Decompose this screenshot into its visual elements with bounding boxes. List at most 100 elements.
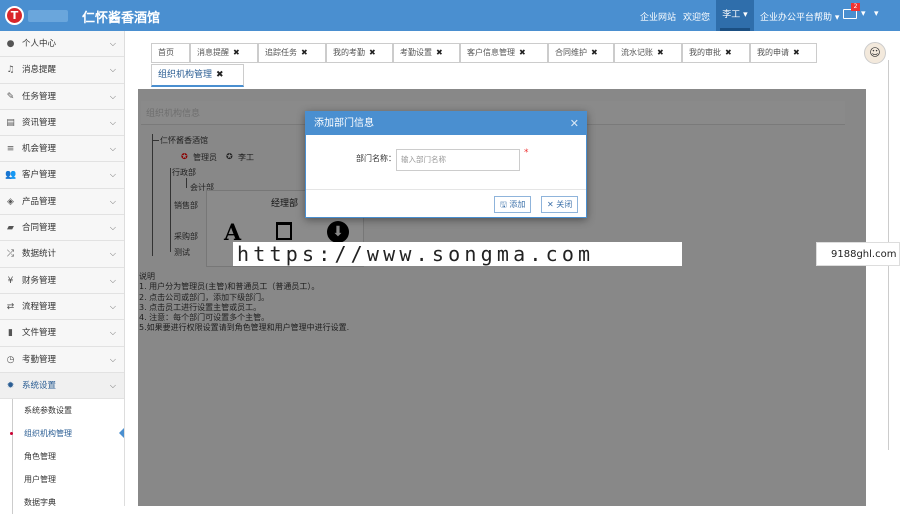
sidebar-item-statistics[interactable]: ⤮ 数据统计 ⌵	[0, 241, 124, 268]
close-icon[interactable]: ✖	[216, 70, 224, 80]
logo-icon: T	[5, 6, 24, 25]
close-icon[interactable]: ✖	[725, 48, 732, 57]
more-dropdown-chevron-icon[interactable]: ▾	[874, 9, 879, 19]
tree-node-purchasing[interactable]: 采购部	[174, 231, 198, 242]
sidebar-subitem-users[interactable]: 用户管理	[0, 468, 124, 492]
tree-root[interactable]: 仁怀酱香酒馆	[160, 135, 208, 146]
sidebar-subitem-org-management[interactable]: 组织机构管理	[0, 422, 124, 446]
tree-node-test[interactable]: 测试	[174, 247, 190, 258]
yen-icon: ¥	[7, 275, 14, 286]
tree-role-staff[interactable]: 李工	[238, 152, 254, 163]
save-icon: 🖫	[500, 200, 507, 209]
active-dot-icon	[10, 432, 13, 436]
gear-icon: ✹	[6, 380, 15, 391]
tab-tracking[interactable]: 追踪任务 ✖	[258, 43, 326, 63]
tab-contracts[interactable]: 合同维护 ✖	[548, 43, 614, 63]
popover-title: 经理部	[271, 199, 299, 209]
sidebar-item-personal[interactable]: ● 个人中心 ⌵	[0, 31, 124, 58]
modal-body: 部门名称： 输入部门名称 *	[306, 135, 586, 190]
chevron-down-icon: ⌵	[109, 249, 116, 259]
file-icon: ▮	[8, 328, 13, 339]
trash-icon[interactable]	[276, 222, 292, 240]
close-icon[interactable]: ✖	[233, 48, 240, 57]
news-icon: ▤	[6, 117, 15, 128]
tab-my-attendance[interactable]: 我的考勤 ✖	[326, 43, 393, 63]
bell-icon: ♫	[6, 65, 15, 76]
chevron-down-icon: ⌵	[109, 196, 116, 206]
sidebar-item-files[interactable]: ▮ 文件管理 ⌵	[0, 320, 124, 347]
sidebar-item-customers[interactable]: 👥 客户管理 ⌵	[0, 162, 124, 189]
tab-ledger[interactable]: 流水记账 ✖	[614, 43, 682, 63]
close-icon[interactable]: ✖	[793, 48, 800, 57]
help-menu-link[interactable]: 企业办公平台帮助 ▾	[760, 10, 839, 23]
close-icon[interactable]: ✕	[570, 112, 579, 135]
close-icon[interactable]: ✖	[301, 48, 308, 57]
sidebar-item-opportunities[interactable]: ≡ 机会管理 ⌵	[0, 136, 124, 163]
tree-role-admin[interactable]: 管理员	[193, 152, 217, 163]
watermark-banner: https://www.songma.com	[233, 242, 682, 266]
close-icon[interactable]: ✖	[519, 48, 526, 57]
sidebar-subitem-roles[interactable]: 角色管理	[0, 445, 124, 469]
close-icon[interactable]: ✖	[591, 48, 598, 57]
staff-icon: ✪	[226, 152, 233, 161]
required-marker: *	[524, 148, 529, 158]
download-icon[interactable]: ⬇	[327, 221, 349, 243]
chevron-down-icon: ⌵	[109, 380, 116, 390]
user-menu-button[interactable]: 李工 ▾	[716, 0, 754, 31]
avatar[interactable]: ☺	[864, 42, 886, 64]
chevron-down-icon: ⌵	[109, 170, 116, 180]
sidebar-item-attendance[interactable]: ◷ 考勤管理 ⌵	[0, 347, 124, 373]
sidebar: ● 个人中心 ⌵ ♫ 消息提醒 ⌵ ✎ 任务管理 ⌵ ▤ 资讯管理 ⌵ ≡ 机会管理 ⌵ 👥 客户管理…	[0, 31, 125, 514]
close-icon[interactable]: ✖	[657, 48, 664, 57]
sidebar-item-news[interactable]: ▤ 资讯管理 ⌵	[0, 110, 124, 137]
chevron-down-icon: ⌵	[109, 91, 116, 101]
close-icon: ✕	[547, 200, 554, 209]
sidebar-item-products[interactable]: ◈ 产品管理 ⌵	[0, 189, 124, 216]
tree-line	[186, 178, 187, 188]
company-site-link[interactable]: 企业网站	[640, 10, 676, 23]
side-watermark: 9188ghl.com	[816, 242, 900, 266]
sidebar-item-workflow[interactable]: ⇄ 流程管理 ⌵	[0, 294, 124, 321]
chevron-down-icon: ⌵	[109, 328, 116, 338]
sidebar-item-finance[interactable]: ¥ 财务管理 ⌵	[0, 268, 124, 294]
mail-count-badge: 2	[851, 3, 860, 11]
tab-org-management[interactable]: 组织机构管理 ✖	[151, 64, 244, 87]
tab-home[interactable]: 首页	[151, 43, 190, 63]
tab-attendance-settings[interactable]: 考勤设置 ✖	[393, 43, 460, 63]
retweet-icon: ⇄	[6, 301, 15, 312]
welcome-text: 欢迎您	[683, 13, 711, 23]
close-icon[interactable]: ✖	[436, 48, 443, 57]
add-button[interactable]: 🖫 添加	[494, 196, 532, 213]
close-button[interactable]: ✕ 关闭	[541, 196, 579, 213]
user-icon: ●	[6, 39, 15, 49]
chevron-down-icon: ⌵	[109, 144, 116, 154]
instructions: 说明 1. 用户分为管理员(主管)和普通员工（普通员工）。 2. 点击公司或部门…	[139, 272, 350, 333]
tree-node-admin-dept[interactable]: 行政部	[172, 167, 196, 178]
app-title: 仁怀酱香酒馆	[82, 11, 161, 26]
tab-customer-info[interactable]: 客户信息管理 ✖	[460, 43, 548, 63]
tab-approvals[interactable]: 我的审批 ✖	[682, 43, 750, 63]
box-icon: ◈	[7, 196, 14, 207]
tab-messages[interactable]: 消息提醒 ✖	[190, 43, 258, 63]
sidebar-item-contracts[interactable]: ▰ 合同管理 ⌵	[0, 215, 124, 242]
edit-icon: ✎	[6, 91, 15, 102]
sidebar-item-system-settings[interactable]: ✹ 系统设置 ⌵	[0, 372, 124, 400]
tab-applications[interactable]: 我的申请 ✖	[750, 43, 817, 63]
tree-line	[152, 134, 153, 256]
sidebar-item-messages[interactable]: ♫ 消息提醒 ⌵	[0, 57, 124, 84]
logo-text-blurred	[28, 10, 68, 22]
clock-icon: ◷	[6, 354, 15, 365]
chevron-down-icon: ⌵	[109, 275, 116, 285]
tree-line	[170, 168, 171, 252]
tree-node-sales[interactable]: 销售部	[174, 200, 198, 211]
mail-dropdown-chevron-icon[interactable]: ▾	[861, 9, 866, 19]
sidebar-item-tasks[interactable]: ✎ 任务管理 ⌵	[0, 84, 124, 110]
list-icon: ≡	[6, 144, 15, 155]
close-icon[interactable]: ✖	[369, 48, 376, 57]
department-name-label: 部门名称：	[356, 154, 396, 163]
sidebar-subitem-dictionary[interactable]: 数据字典	[0, 491, 124, 514]
admin-icon: ✪	[181, 152, 188, 161]
department-name-input[interactable]: 输入部门名称	[396, 149, 520, 171]
tree-line	[152, 140, 159, 141]
sidebar-subitem-system-params[interactable]: 系统参数设置	[0, 399, 124, 423]
